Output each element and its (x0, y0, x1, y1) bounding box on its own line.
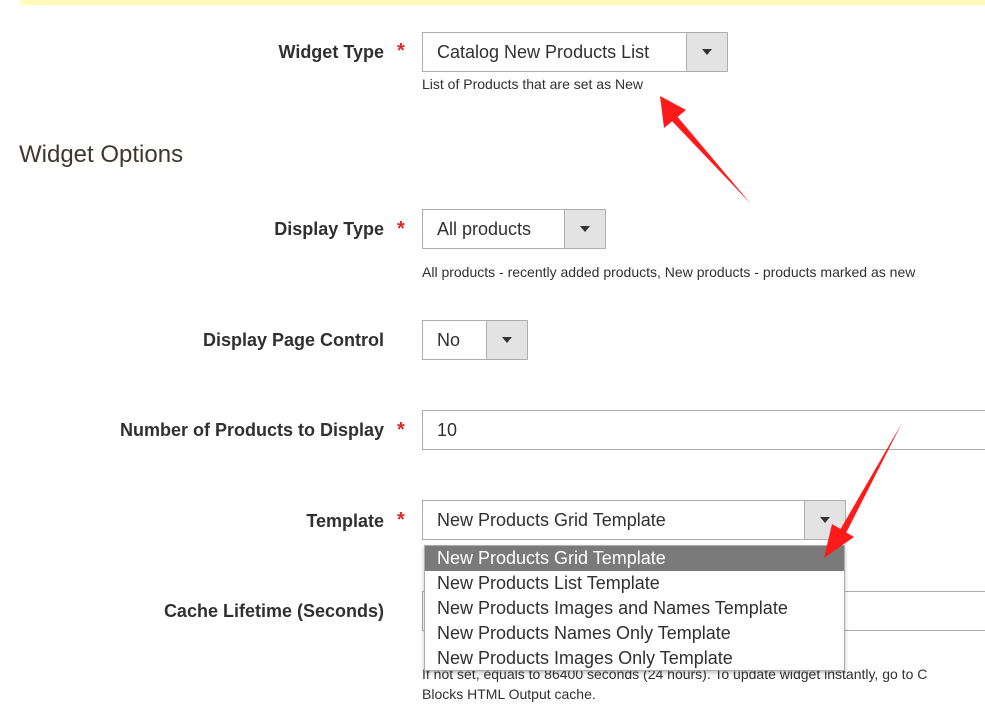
required-mark: * (397, 419, 405, 441)
display-type-note: All products - recently added products, … (422, 264, 916, 280)
widget-type-label: Widget Type (278, 42, 384, 62)
annotation-arrow (660, 96, 751, 204)
display-page-control-select[interactable]: No (422, 320, 528, 360)
products-count-input[interactable]: 10 (422, 410, 985, 450)
template-dropdown-button[interactable] (804, 501, 845, 539)
display-type-dropdown-button[interactable] (564, 210, 605, 248)
required-mark: * (397, 509, 405, 531)
template-select[interactable]: New Products Grid Template (422, 500, 846, 540)
display-page-control-value: No (437, 329, 461, 350)
template-option[interactable]: New Products Grid Template (425, 546, 844, 571)
cache-lifetime-note-line2: Blocks HTML Output cache. (422, 686, 596, 702)
template-option[interactable]: New Products List Template (425, 571, 844, 596)
display-type-label: Display Type (274, 219, 384, 239)
chevron-down-icon (702, 49, 712, 55)
template-option[interactable]: New Products Names Only Template (425, 621, 844, 646)
display-page-control-dropdown-button[interactable] (486, 321, 527, 359)
required-mark: * (397, 40, 405, 62)
products-count-label: Number of Products to Display (119, 420, 384, 440)
chevron-down-icon (820, 517, 830, 523)
widget-type-dropdown-button[interactable] (686, 33, 727, 71)
chevron-down-icon (502, 337, 512, 343)
widget-type-value: Catalog New Products List (437, 41, 650, 62)
display-type-select[interactable]: All products (422, 209, 606, 249)
chevron-down-icon (580, 226, 590, 232)
widget-type-note: List of Products that are set as New (422, 76, 643, 92)
section-title: Widget Options (19, 141, 184, 168)
widget-type-select[interactable]: Catalog New Products List (422, 32, 728, 72)
required-mark: * (397, 218, 405, 240)
notice-band (20, 0, 985, 5)
template-label: Template (306, 511, 384, 531)
template-options-list[interactable]: New Products Grid Template New Products … (424, 545, 845, 671)
template-option[interactable]: New Products Images Only Template (425, 646, 844, 671)
display-type-value: All products (437, 218, 532, 239)
display-page-control-label: Display Page Control (202, 330, 384, 350)
template-value: New Products Grid Template (437, 509, 666, 530)
cache-lifetime-label: Cache Lifetime (Seconds) (163, 601, 384, 621)
template-option[interactable]: New Products Images and Names Template (425, 596, 844, 621)
